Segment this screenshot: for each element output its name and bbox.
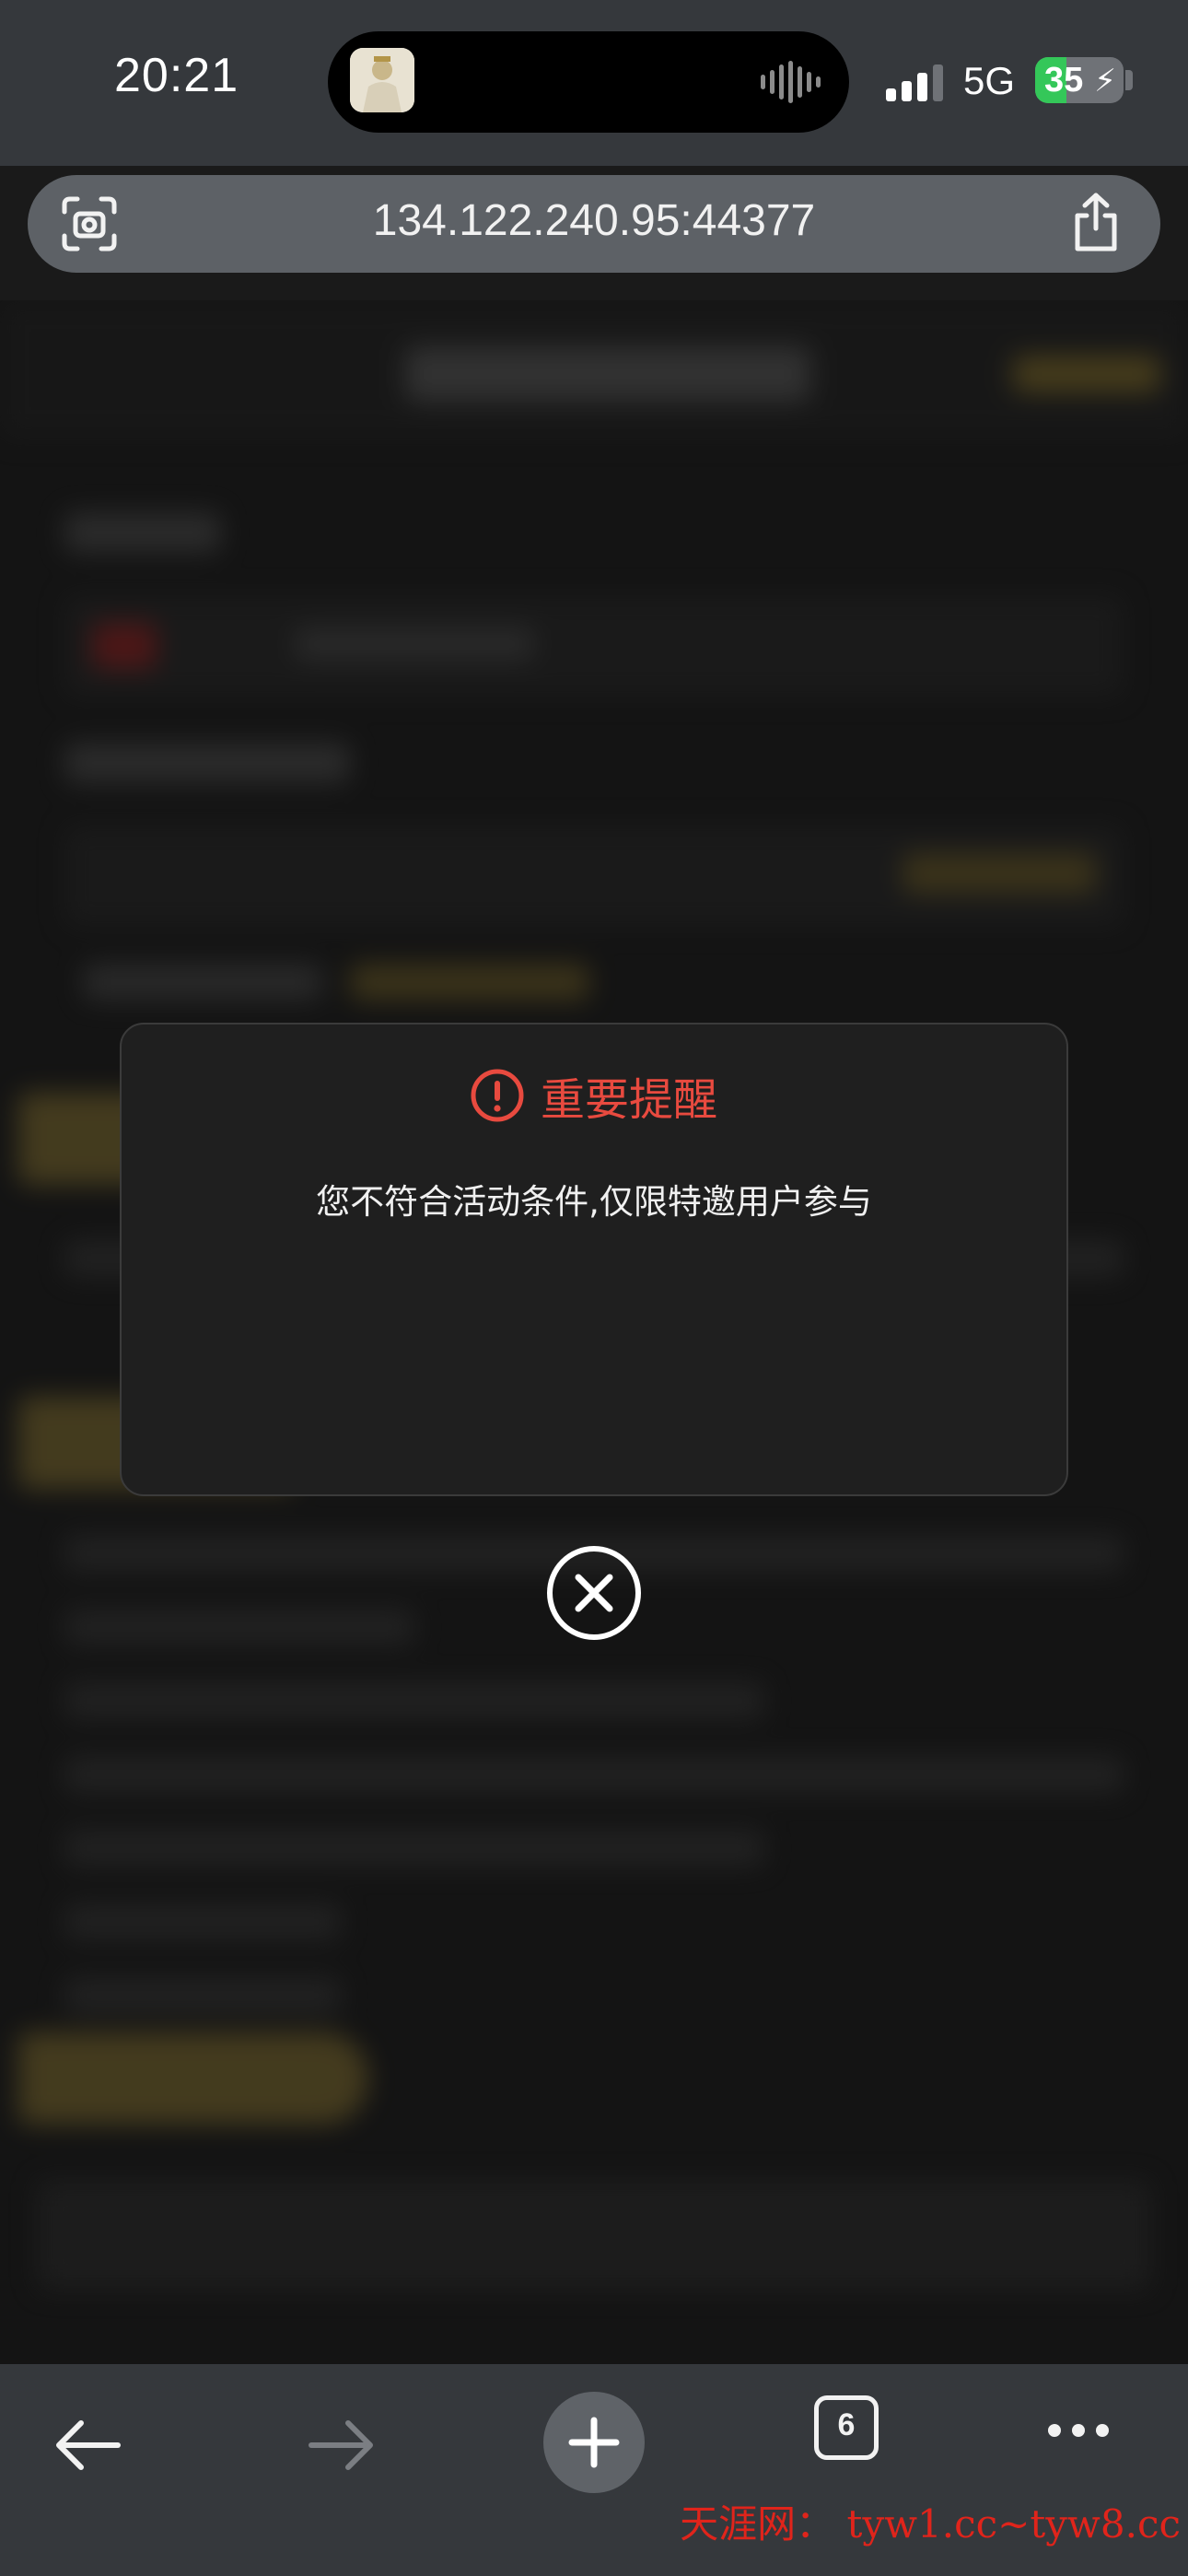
plus-icon xyxy=(568,2417,620,2468)
cellular-signal-icon xyxy=(886,64,943,101)
url-text[interactable]: 134.122.240.95:44377 xyxy=(28,195,1160,246)
battery-tip xyxy=(1125,70,1133,90)
arrow-left-icon[interactable] xyxy=(53,2418,123,2473)
new-tab-button[interactable] xyxy=(543,2392,645,2493)
dialog-message: 您不符合活动条件,仅限特邀用户参与 xyxy=(316,1182,872,1222)
screen: 20:21 5G 35 ⚡ 134.122.240.95:44377 重要提醒 … xyxy=(0,0,1188,2576)
ellipsis-icon[interactable] xyxy=(1046,2421,1111,2440)
exclamation-circle-icon xyxy=(471,1069,524,1122)
arrow-right-icon[interactable] xyxy=(306,2418,376,2473)
dialog-title: 重要提醒 xyxy=(540,1074,717,1126)
status-bar: 20:21 5G 35 ⚡ 134.122.240.95:44377 xyxy=(0,0,1188,273)
battery-level: 35 xyxy=(1044,61,1084,100)
audio-waveform-icon xyxy=(761,61,821,103)
dialog-header: 重要提醒 xyxy=(122,1063,1066,1128)
browser-toolbar: 6 天涯网： tyw1.cc~tyw8.cc xyxy=(0,2364,1188,2576)
address-bar[interactable]: 134.122.240.95:44377 xyxy=(28,175,1160,273)
tabs-button[interactable]: 6 xyxy=(814,2395,879,2460)
alert-dialog: 重要提醒 您不符合活动条件,仅限特邀用户参与 xyxy=(120,1023,1068,1496)
close-circle-icon[interactable] xyxy=(545,1544,643,1642)
share-icon[interactable] xyxy=(1070,192,1122,252)
now-playing-app-icon xyxy=(350,48,414,112)
watermark-text: 天涯网： tyw1.cc~tyw8.cc xyxy=(680,2501,1181,2547)
network-type: 5G xyxy=(963,59,1016,102)
dynamic-island xyxy=(328,31,849,133)
status-time: 20:21 xyxy=(114,49,239,102)
charging-bolt-icon: ⚡ xyxy=(1094,63,1116,100)
battery-indicator: 35 ⚡ xyxy=(1035,57,1124,103)
tab-count: 6 xyxy=(837,2407,856,2442)
